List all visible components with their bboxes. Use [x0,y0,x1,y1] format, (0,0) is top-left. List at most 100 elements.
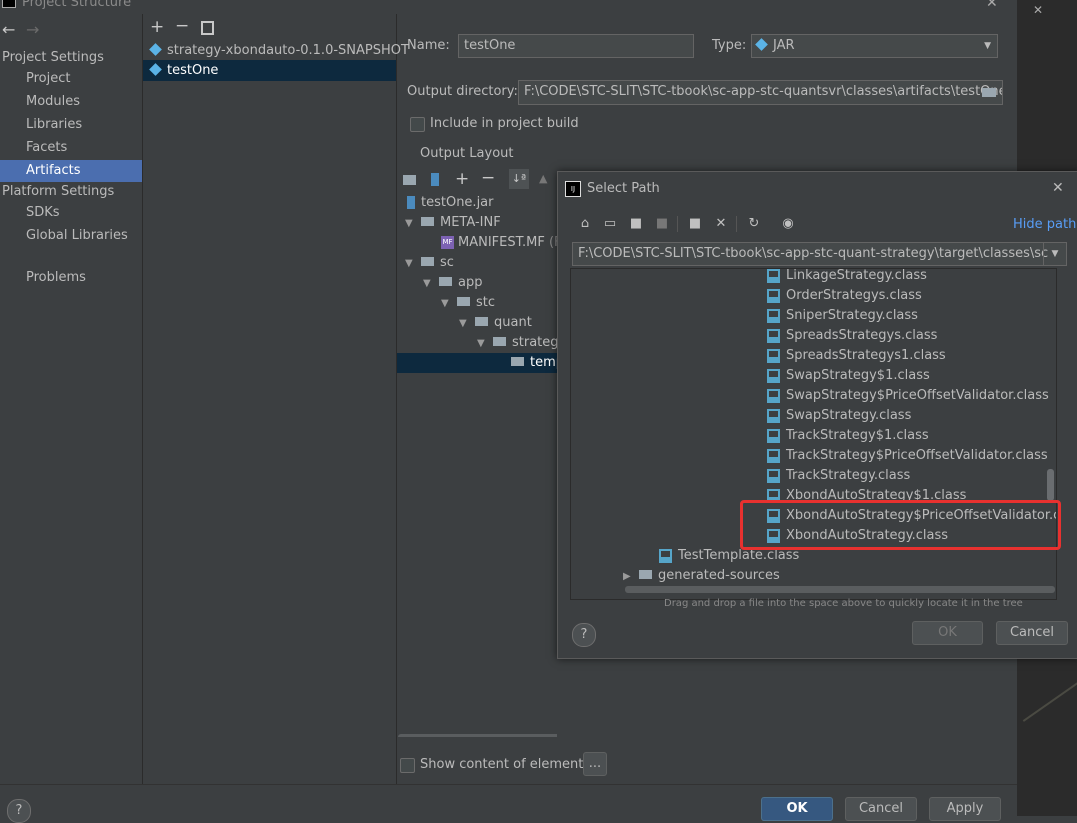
class-file-icon [767,328,780,343]
cancel-button[interactable]: Cancel [845,797,917,821]
tree-node-class-file[interactable]: SpreadsStrategys1.class [767,346,946,366]
class-file-icon [767,308,780,323]
new-folder-icon[interactable]: ■ [687,216,703,232]
move-up-icon[interactable]: ▲ [539,172,547,185]
class-file-icon [767,408,780,423]
close-icon[interactable]: ✕ [1033,3,1043,17]
jar-type-icon [755,38,768,51]
nav-item-libraries[interactable]: Libraries [0,114,142,136]
dialog-ok-button[interactable]: OK [912,621,983,645]
artifact-list-panel: + − strategy-xbondauto-0.1.0-SNAPSHOT te… [143,14,409,784]
tree-node-stc[interactable]: ▼ stc [441,295,495,310]
close-icon[interactable]: ✕ [986,0,998,11]
refresh-icon[interactable]: ↻ [746,216,762,232]
remove-icon[interactable]: − [175,16,189,36]
tree-node-class-file[interactable]: OrderStrategys.class [767,286,922,306]
artifact-item[interactable]: testOne [143,60,396,81]
apply-button[interactable]: Apply [929,797,1001,821]
dialog-cancel-button[interactable]: Cancel [996,621,1068,645]
horizontal-scrollbar[interactable] [398,734,557,737]
delete-icon[interactable]: ✕ [713,216,729,232]
app-icon [2,0,16,8]
tree-node-meta-inf[interactable]: ▼ META-INF [405,215,501,230]
tree-node-class-file[interactable]: SwapStrategy$1.class [767,366,930,386]
new-folder-icon[interactable] [403,175,416,185]
project-folder-icon[interactable]: ■ [628,216,644,232]
type-select[interactable]: JAR ▼ [751,34,998,58]
chevron-down-icon[interactable]: ▼ [1043,243,1066,265]
sort-icon[interactable]: ↓ª [509,169,529,189]
ok-button[interactable]: OK [761,797,833,821]
tree-node-manifest[interactable]: MFMANIFEST.MF (F: [441,235,557,250]
tree-node-strategy[interactable]: ▼strategy [477,335,557,350]
vertical-scrollbar[interactable] [1047,469,1054,501]
chevron-down-icon: ▼ [405,258,413,269]
chevron-down-icon: ▼ [477,338,485,349]
folder-icon [511,357,524,366]
close-icon[interactable]: ✕ [1052,180,1064,196]
forward-arrow-icon[interactable]: → [26,20,39,39]
folder-icon [421,217,434,226]
section-platform-settings: Platform Settings [2,184,115,199]
class-file-icon [767,348,780,363]
nav-item-global-libraries[interactable]: Global Libraries [0,225,142,247]
folder-icon [421,257,434,266]
artifact-item[interactable]: strategy-xbondauto-0.1.0-SNAPSHOT [143,40,409,61]
tree-node-class-file[interactable]: SniperStrategy.class [767,306,918,326]
show-content-checkbox[interactable] [400,758,415,773]
add-icon[interactable]: + [455,169,469,189]
nav-item-sdks[interactable]: SDKs [0,202,142,224]
type-label: Type: [712,38,747,53]
dialog-title: Select Path [587,181,660,196]
horizontal-scrollbar[interactable] [625,586,1055,593]
help-button[interactable]: ? [7,799,31,823]
tree-node-class-file[interactable]: SwapStrategy.class [767,406,911,426]
include-in-build-checkbox[interactable] [410,117,425,132]
path-input[interactable]: F:\CODE\STC-SLIT\STC-tbook\sc-app-stc-qu… [572,242,1067,266]
tree-node-class-file[interactable]: SpreadsStrategys.class [767,326,937,346]
home-icon[interactable]: ⌂ [577,216,593,232]
show-hidden-icon[interactable]: ◉ [780,216,796,232]
remove-icon[interactable]: − [481,168,495,188]
archive-icon[interactable] [431,173,439,186]
output-directory-field[interactable]: F:\CODE\STC-SLIT\STC-tbook\sc-app-stc-qu… [518,80,1003,105]
tree-node-class-file[interactable]: LinkageStrategy.class [767,269,927,286]
module-folder-icon[interactable]: ■ [654,216,670,232]
nav-item-modules[interactable]: Modules [0,91,142,113]
drag-drop-hint: Drag and drop a file into the space abov… [664,598,1023,609]
tree-node-sc[interactable]: ▼ sc [405,255,454,270]
tree-node-class-file[interactable]: TrackStrategy$PriceOffsetValidator.class [767,446,1048,466]
class-file-icon [659,548,672,563]
nav-item-problems[interactable]: Problems [0,267,142,289]
settings-sidebar: ← → Project Settings Project Modules Lib… [0,14,143,784]
class-file-icon [767,269,780,283]
show-content-options-button[interactable]: ... [583,752,607,776]
class-file-icon [767,388,780,403]
folder-browse-icon[interactable] [982,88,996,97]
tree-node-generated-sources[interactable]: ▶ generated-sources [623,566,780,586]
chevron-down-icon: ▼ [984,41,991,51]
desktop-icon[interactable]: ▭ [602,216,618,232]
file-tree: LinkageStrategy.class OrderStrategys.clas… [570,268,1057,600]
nav-item-facets[interactable]: Facets [0,137,142,159]
hide-path-link[interactable]: Hide path [1013,217,1076,232]
nav-item-artifacts[interactable]: Artifacts [0,160,142,182]
back-arrow-icon[interactable]: ← [2,20,15,39]
name-field[interactable]: testOne [458,34,694,58]
tree-node-temp[interactable]: temp [511,355,557,370]
tree-node-quant[interactable]: ▼ quant [459,315,532,330]
tree-node-class-file[interactable]: SwapStrategy$PriceOffsetValidator.class [767,386,1049,406]
nav-item-project[interactable]: Project [0,68,142,90]
tree-node-class-file[interactable]: TrackStrategy$1.class [767,426,929,446]
tree-node-jar[interactable]: testOne.jar [407,195,494,210]
chevron-right-icon: ▶ [623,571,631,582]
layout-tree: testOne.jar ▼META-INF MFMANIFEST.MF (F: … [397,192,557,737]
tree-node-class-file[interactable]: TrackStrategy.class [767,466,910,486]
name-label: Name: [407,38,450,53]
help-button[interactable]: ? [572,623,596,647]
copy-icon[interactable] [201,21,214,35]
add-icon[interactable]: + [150,17,164,37]
tree-node-app[interactable]: ▼ app [423,275,482,290]
class-file-icon [767,468,780,483]
chevron-down-icon: ▼ [423,278,431,289]
